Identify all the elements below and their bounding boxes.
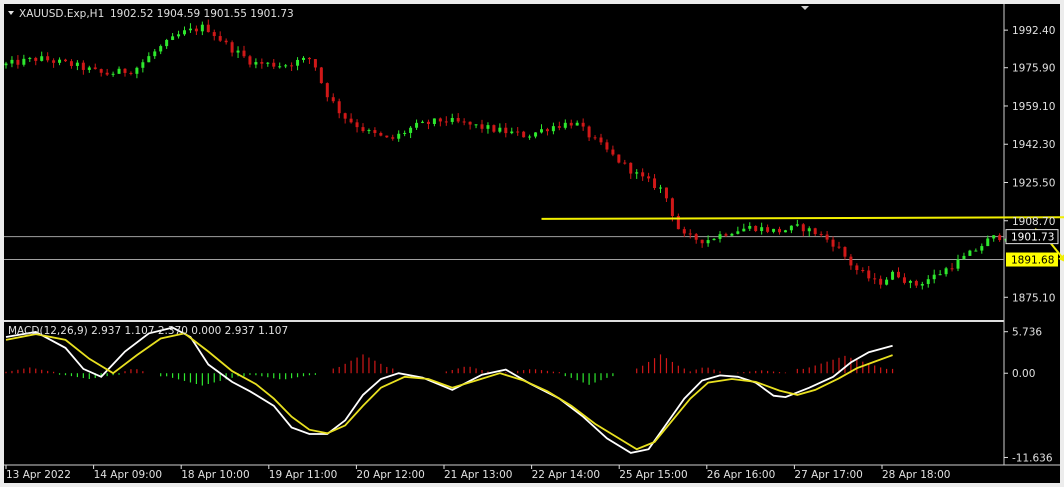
time-tick-label: 14 Apr 09:00 [94,469,162,481]
candle [617,154,621,164]
price-tick-label: 1908.70 [1012,216,1055,228]
time-tick-label: 19 Apr 11:00 [269,469,337,481]
level-price-label: 1891.68 [1011,255,1054,267]
current-price-label: 1901.73 [1011,232,1054,244]
time-tick-label: 21 Apr 13:00 [444,469,512,481]
price-tick-label: 1992.40 [1012,25,1055,37]
price-panel[interactable] [4,4,1004,320]
time-tick-label: 13 Apr 2022 [6,469,71,481]
time-tick-label: 18 Apr 10:00 [181,469,249,481]
symbol-label: XAUUSD.Exp,H1 [19,8,104,20]
time-tick-label: 28 Apr 18:00 [882,469,950,481]
price-tick-label: 1959.10 [1012,101,1055,113]
macd-tick-label: 5.736 [1012,327,1042,339]
time-tick-label: 22 Apr 14:00 [532,469,600,481]
time-tick-label: 26 Apr 16:00 [707,469,775,481]
price-tick-label: 1925.50 [1012,177,1055,189]
time-tick-label: 20 Apr 12:00 [356,469,424,481]
ohlc-label: 1902.52 1904.59 1901.55 1901.73 [110,8,294,20]
price-tick-label: 1875.10 [1012,292,1055,304]
price-tick-label: 1975.90 [1012,63,1055,75]
candle [968,249,972,256]
chart-window: 1992.40 1975.90 1959.10 1942.30 1925.50 1908.… [0,0,1064,487]
price-tick-label: 1942.30 [1012,139,1055,151]
time-tick-label: 27 Apr 17:00 [794,469,862,481]
candle [492,124,496,133]
candle [522,130,526,138]
time-tick-label: 25 Apr 15:00 [619,469,687,481]
macd-label: MACD(12,26,9) 2.937 1.107 2.370 0.000 2.… [8,325,288,337]
candle [319,66,323,84]
macd-tick-label: 0.00 [1012,368,1035,380]
macd-tick-label: -11.636 [1012,452,1053,464]
chart-canvas[interactable]: 1992.40 1975.90 1959.10 1942.30 1925.50 1908.… [0,0,1064,487]
